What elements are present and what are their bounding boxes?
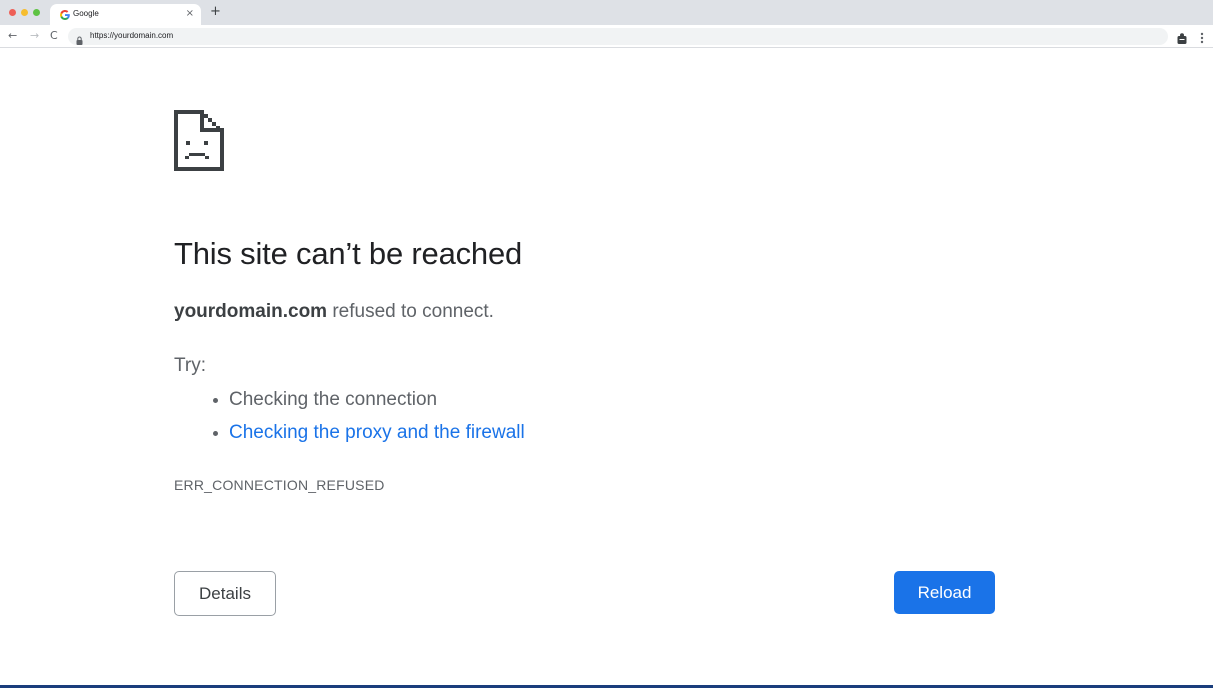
google-g-icon bbox=[59, 9, 70, 20]
error-page: This site can’t be reached yourdomain.co… bbox=[0, 49, 1213, 688]
error-domain: yourdomain.com bbox=[174, 301, 328, 322]
reload-button[interactable]: Reload bbox=[894, 571, 995, 614]
url-text[interactable]: https://yourdomain.com bbox=[90, 31, 173, 40]
new-tab-button[interactable]: + bbox=[210, 5, 221, 19]
browser-tab[interactable]: Google × bbox=[50, 4, 201, 25]
address-bar[interactable]: https://yourdomain.com bbox=[68, 28, 1168, 45]
minimize-window-button[interactable] bbox=[21, 9, 28, 16]
more-menu-icon[interactable] bbox=[1200, 31, 1204, 44]
close-window-button[interactable] bbox=[9, 9, 16, 16]
tab-close-icon[interactable]: × bbox=[186, 8, 194, 20]
suggestion-check-proxy-link[interactable]: Checking the proxy and the firewall bbox=[211, 420, 525, 453]
error-summary: yourdomain.com refused to connect. bbox=[174, 301, 494, 323]
error-summary-text: refused to connect. bbox=[327, 301, 494, 322]
details-button[interactable]: Details bbox=[174, 571, 276, 616]
profile-icon[interactable] bbox=[1177, 31, 1187, 44]
reload-icon[interactable]: C bbox=[50, 29, 58, 43]
back-arrow-icon[interactable]: ← bbox=[8, 29, 17, 43]
tab-title: Google bbox=[73, 9, 99, 18]
suggestion-check-connection: Checking the connection bbox=[211, 387, 525, 420]
sad-page-icon bbox=[174, 110, 224, 171]
error-heading: This site can’t be reached bbox=[174, 236, 523, 271]
try-label: Try: bbox=[174, 355, 207, 376]
forward-arrow-icon[interactable]: → bbox=[30, 29, 39, 43]
lock-icon[interactable] bbox=[76, 32, 83, 45]
browser-toolbar: ← → C https://yourdomain.com bbox=[0, 25, 1213, 48]
maximize-window-button[interactable] bbox=[33, 9, 40, 16]
tab-strip: Google × + bbox=[0, 0, 1213, 25]
suggestions-list: Checking the connection Checking the pro… bbox=[211, 387, 525, 453]
error-code: ERR_CONNECTION_REFUSED bbox=[174, 477, 385, 493]
